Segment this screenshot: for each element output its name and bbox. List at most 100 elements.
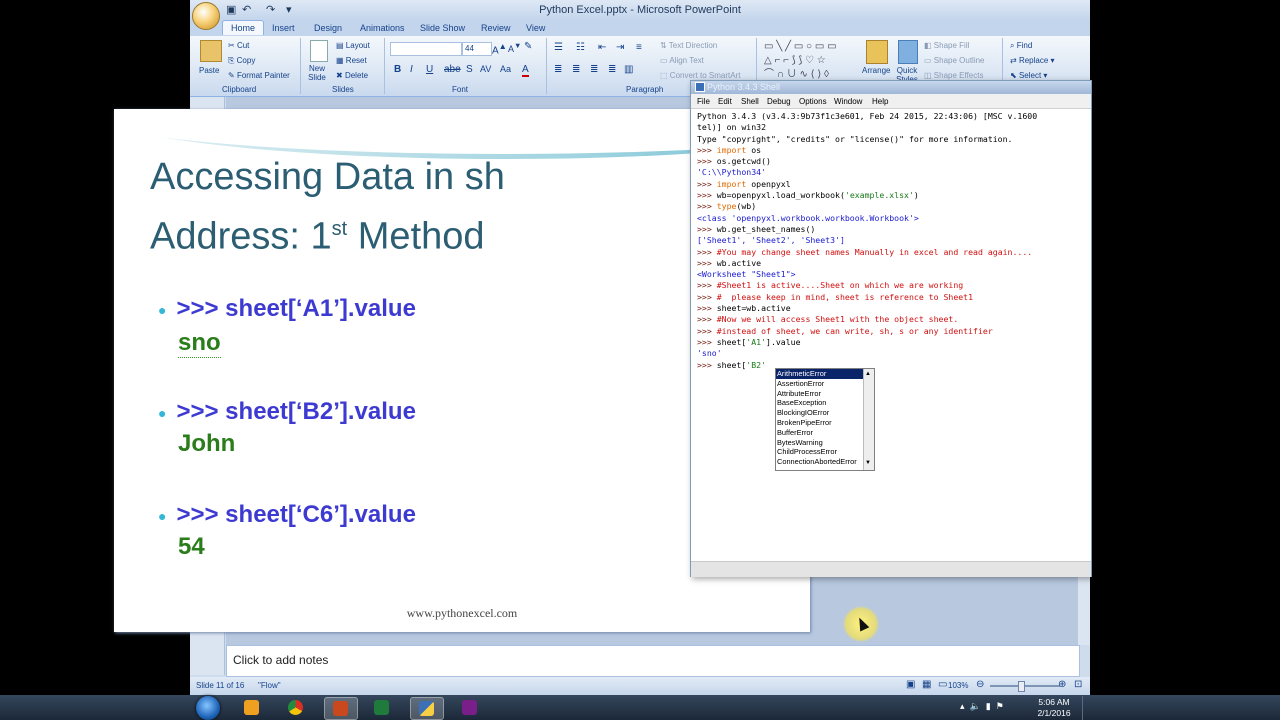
show-desktop-button[interactable] [1082,696,1093,720]
taskbar-excel[interactable] [366,697,398,718]
grow-font-icon[interactable]: A▲ [492,41,507,56]
align-right-icon[interactable]: ≣ [590,64,598,75]
scroll-down-icon[interactable]: ▼ [865,459,871,469]
speaker-icon[interactable]: 🔈 [970,701,981,711]
line-spacing-icon[interactable]: ≡ [636,42,642,53]
replace-button[interactable]: ⇄ Replace ▾ [1010,56,1055,65]
autocomplete-item[interactable]: AssertionError [776,379,874,389]
taskbar-media-player[interactable] [236,697,268,718]
office-button[interactable] [192,2,220,30]
menu-window[interactable]: Window [834,97,862,106]
slideshow-view-icon[interactable]: ▭ [938,679,947,690]
menu-options[interactable]: Options [799,97,827,106]
notes-pane[interactable]: Click to add notes [226,645,1080,677]
numbering-icon[interactable]: ☷ [576,42,585,53]
align-center-icon[interactable]: ≣ [572,64,580,75]
scroll-up-icon[interactable]: ▲ [865,370,871,380]
start-button[interactable] [196,696,220,720]
taskbar-powerpoint[interactable] [324,697,358,720]
undo-icon[interactable]: ↶ [242,3,251,16]
bold-icon[interactable]: B [394,64,401,75]
save-icon[interactable]: ▣ [226,3,236,16]
zoom-slider-thumb[interactable] [1018,681,1025,692]
tab-insert[interactable]: Insert [272,23,295,33]
taskbar-python[interactable] [410,697,444,720]
taskbar-chrome[interactable] [280,697,312,718]
normal-view-icon[interactable]: ▣ [906,679,915,690]
menu-debug[interactable]: Debug [767,97,791,106]
font-color-icon[interactable]: A [522,64,529,77]
copy-button[interactable]: ⎘ Copy [228,56,255,66]
shape-fill-button[interactable]: ◧ Shape Fill [924,41,969,50]
zoom-slider[interactable] [990,685,1060,687]
font-size-box[interactable]: 44 [462,42,492,56]
tab-design[interactable]: Design [314,23,342,33]
shape-outline-button[interactable]: ▭ Shape Outline [924,56,985,65]
menu-help[interactable]: Help [872,97,888,106]
taskbar-recorder[interactable] [454,697,486,718]
clock[interactable]: 5:06 AM 2/1/2016 [1030,697,1078,719]
flag-icon[interactable]: ⚑ [996,701,1004,711]
columns-icon[interactable]: ▥ [624,64,633,75]
select-button[interactable]: ⬉ Select ▾ [1010,71,1047,80]
align-text-button[interactable]: ▭ Align Text [660,56,704,65]
quick-styles-icon[interactable] [898,40,918,64]
cut-button[interactable]: ✂ Cut [228,41,249,50]
shape-effects-button[interactable]: ◫ Shape Effects [924,71,983,80]
zoom-out-icon[interactable]: ⊖ [976,679,984,690]
fit-slide-icon[interactable]: ⊡ [1074,679,1082,690]
shadow-icon[interactable]: S [466,64,473,75]
delete-button[interactable]: ✖ Delete [336,71,368,80]
autocomplete-list[interactable]: ArithmeticError AssertionError AttributeEr… [775,368,875,471]
autocomplete-item[interactable]: BaseException [776,398,874,408]
tab-review[interactable]: Review [481,23,511,33]
redo-icon[interactable]: ↷ [266,3,275,16]
tab-slide-show[interactable]: Slide Show [420,23,465,33]
new-slide-icon[interactable] [310,40,328,62]
menu-shell[interactable]: Shell [741,97,759,106]
customize-qat-icon[interactable]: ▾ [286,3,292,16]
autocomplete-item[interactable]: ConnectionAbortedError [776,457,874,467]
strikethrough-icon[interactable]: abe [444,64,461,75]
layout-button[interactable]: ▤ Layout [336,41,370,50]
shell-output[interactable]: Python 3.4.3 (v3.4.3:9b73f1c3e601, Feb 2… [697,111,1087,561]
slide-sorter-icon[interactable]: ▦ [922,679,931,690]
autocomplete-item[interactable]: AttributeError [776,389,874,399]
autocomplete-item[interactable]: BufferError [776,428,874,438]
justify-icon[interactable]: ≣ [608,64,616,75]
zoom-in-icon[interactable]: ⊕ [1058,679,1066,690]
menu-file[interactable]: File [697,97,710,106]
zoom-level[interactable]: 103% [948,681,968,690]
bullets-icon[interactable]: ☰ [554,42,563,53]
increase-indent-icon[interactable]: ⇥ [616,42,624,53]
shrink-font-icon[interactable]: A▼ [508,41,521,54]
arrange-button[interactable]: Arrange [862,66,890,75]
autocomplete-item[interactable]: BlockingIOError [776,408,874,418]
italic-icon[interactable]: I [410,64,413,75]
autocomplete-scrollbar[interactable]: ▲ ▼ [863,369,874,470]
text-direction-button[interactable]: ⇅ Text Direction [660,41,717,50]
tab-animations[interactable]: Animations [360,23,405,33]
char-spacing-icon[interactable]: AV [480,64,491,74]
shapes-gallery[interactable]: ▭ ╲ ╱ ▭ ○ ▭ ▭ △ ⌐ ⌐ ⟆ ⟆ ♡ ☆ ⌒ ∩ ∪ ∿ ⟨ ⟩ ◊ [764,40,852,84]
paste-icon[interactable] [200,40,222,62]
decrease-indent-icon[interactable]: ⇤ [598,42,606,53]
font-name-box[interactable] [390,42,462,56]
new-slide-button[interactable]: New Slide [304,64,330,82]
tray-expand-icon[interactable]: ▴ [960,701,965,711]
tab-home[interactable]: Home [222,20,265,35]
autocomplete-item[interactable]: BytesWarning [776,438,874,448]
change-case-icon[interactable]: Aa [500,64,511,74]
convert-smartart-button[interactable]: ⬚ Convert to SmartArt [660,71,744,80]
autocomplete-item[interactable]: ArithmeticError [776,369,874,379]
align-left-icon[interactable]: ≣ [554,64,562,75]
format-painter-button[interactable]: ✎ Format Painter [228,71,290,80]
menu-edit[interactable]: Edit [718,97,732,106]
reset-button[interactable]: ▦ Reset [336,56,367,65]
autocomplete-item[interactable]: BrokenPipeError [776,418,874,428]
clear-format-icon[interactable]: ✎ [524,41,532,52]
autocomplete-item[interactable]: ChildProcessError [776,447,874,457]
network-icon[interactable]: ▮ [986,701,991,711]
underline-icon[interactable]: U [426,64,433,75]
slide-title[interactable]: Accessing Data in sh Address: 1st Method [150,151,505,263]
